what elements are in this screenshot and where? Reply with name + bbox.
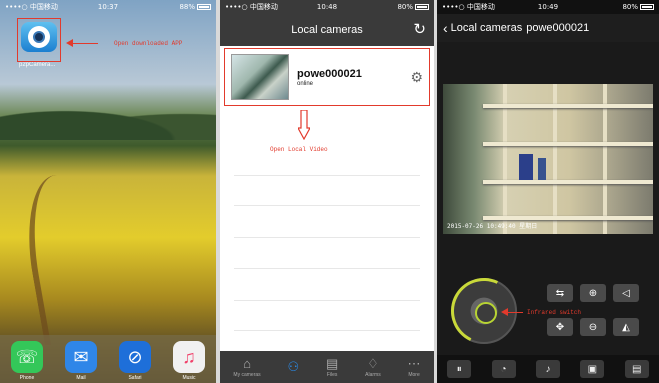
status-bar: ••••○ 中国移动 10:37 88% <box>0 0 216 14</box>
dock-app-mail[interactable]: ✉ Mail <box>62 341 100 383</box>
back-label: Local cameras <box>450 22 523 34</box>
camera-list-item[interactable]: powe000021 online ⚙ <box>224 48 430 106</box>
compass-icon: ⊘ <box>119 341 151 373</box>
tab-files[interactable]: ▤ Files <box>326 357 338 378</box>
speaker-button[interactable]: ◁ <box>613 284 639 302</box>
video-record-icon: ▤ <box>632 363 642 375</box>
annotation-arrow-icon <box>501 308 523 318</box>
wallpaper-track <box>15 175 115 345</box>
audio-button[interactable]: ♪ <box>535 360 560 378</box>
back-button[interactable]: ‹ Local cameras <box>443 20 522 36</box>
camera-status: online <box>297 80 314 87</box>
triangle-left-icon: ◁ <box>622 287 630 299</box>
mirror-button[interactable]: ◭ <box>613 318 639 336</box>
live-video[interactable]: 2015-07-26 10:49:40 星期日 <box>443 84 653 234</box>
music-icon: ♫ <box>173 341 205 373</box>
tab-bar: ⌂ My cameras ⚇ ▤ Files ♢ Alarms ⋯ More <box>220 351 434 383</box>
tab-local[interactable]: ⚇ <box>288 360 300 375</box>
zoom-out-button[interactable]: ⊖ <box>580 318 606 336</box>
page-title: powe000021 <box>526 22 590 34</box>
tab-my-cameras[interactable]: ⌂ My cameras <box>233 357 260 378</box>
dock-app-safari[interactable]: ⊘ Safari <box>116 341 154 383</box>
status-time: 10:37 <box>97 3 119 11</box>
camera-thumbnail <box>231 54 289 100</box>
nav-bar: Local cameras ↻ <box>220 14 434 46</box>
local-tab-icon: ⚇ <box>287 358 300 374</box>
mail-icon: ✉ <box>65 341 97 373</box>
down-arrow-icon <box>298 110 310 140</box>
tab-alarms[interactable]: ♢ Alarms <box>365 357 381 378</box>
nav-bar: ‹ Local cameras powe000021 <box>437 14 659 42</box>
zoom-in-button[interactable]: ⊕ <box>580 284 606 302</box>
more-tab-icon: ⋯ <box>407 355 421 371</box>
phone-icon: ☏ <box>11 341 43 373</box>
camera-lens-icon <box>28 26 50 48</box>
annotation-arrow-icon <box>66 39 98 49</box>
dock-app-music[interactable]: ♫ Music <box>170 341 208 383</box>
live-view-screen: ••••○ 中国移动 10:49 80% ‹ Local cameras pow… <box>437 0 659 383</box>
status-time: 10:49 <box>537 3 559 11</box>
mirror-icon: ◭ <box>622 321 630 333</box>
bottom-toolbar: ⏸ ◔ ♪ ▣ ▤ <box>437 355 659 383</box>
wallpaper-hills <box>0 100 216 140</box>
bell-tab-icon: ♢ <box>367 355 379 371</box>
zoom-in-icon: ⊕ <box>588 287 598 299</box>
zoom-out-icon: ⊖ <box>588 321 598 333</box>
tab-more[interactable]: ⋯ More <box>408 357 421 378</box>
dock-app-phone[interactable]: ☏ Phone <box>8 341 46 383</box>
flip-horizontal-button[interactable]: ⇆ <box>547 284 573 302</box>
status-time: 10:48 <box>316 3 338 11</box>
pause-button[interactable]: ⏸ <box>447 360 472 378</box>
snapshot-button[interactable]: ▣ <box>580 360 605 378</box>
focus-button[interactable]: ✥ <box>547 318 573 336</box>
gear-icon[interactable]: ⚙ <box>410 69 423 86</box>
local-cameras-screen: ••••○ 中国移动 10:48 80% Local cameras ↻ pow… <box>220 0 434 383</box>
speaker-icon: ♪ <box>545 363 551 375</box>
record-button[interactable]: ▤ <box>624 360 649 378</box>
refresh-icon[interactable]: ↻ <box>413 20 426 38</box>
focus-icon: ✥ <box>555 321 565 333</box>
camera-icon: ▣ <box>587 363 598 375</box>
camera-name: powe000021 <box>297 67 362 80</box>
camera-tab-icon: ⌂ <box>243 355 251 371</box>
files-tab-icon: ▤ <box>326 355 339 371</box>
annotation-open-local-video: Open Local Video <box>270 146 328 153</box>
swap-arrows-icon: ⇆ <box>555 287 565 299</box>
home-screen: ••••○ 中国移动 10:37 88% p2pCamera... Open d… <box>0 0 216 383</box>
video-timestamp: 2015-07-26 10:49:40 星期日 <box>447 223 538 230</box>
quality-button[interactable]: ◔ <box>491 360 516 378</box>
joystick-ring <box>441 268 527 354</box>
chevron-left-icon: ‹ <box>443 20 448 36</box>
gauge-icon: ◔ <box>500 363 507 375</box>
dock: ☏ Phone ✉ Mail ⊘ Safari ♫ Music <box>0 335 216 383</box>
p2pcamera-app-icon[interactable] <box>17 18 61 62</box>
status-bar: ••••○ 中国移动 10:48 80% <box>220 0 434 14</box>
app-icon-label: p2pCamera... <box>19 62 56 68</box>
annotation-open-app: Open downloaded APP <box>114 40 183 47</box>
annotation-infrared-switch: Infrared switch <box>527 309 582 316</box>
pause-icon: ⏸ <box>456 363 462 375</box>
status-bar: ••••○ 中国移动 10:49 80% <box>437 0 659 14</box>
page-title: Local cameras <box>291 24 363 36</box>
